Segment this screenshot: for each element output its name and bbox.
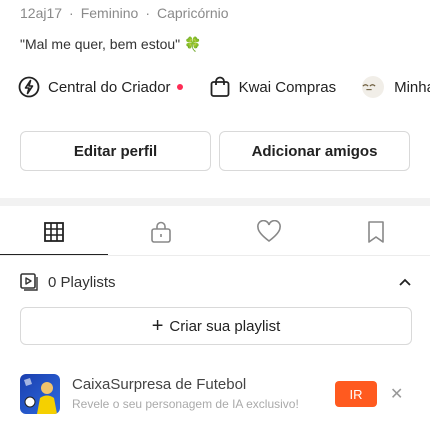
heart-icon xyxy=(256,220,281,243)
profile-gender: Feminino xyxy=(80,5,139,21)
grid-icon xyxy=(43,222,64,242)
kwai-shop-link[interactable]: Kwai Compras xyxy=(209,76,337,98)
ad-title: CaixaSurpresa de Futebol xyxy=(72,376,247,393)
tab-likes[interactable] xyxy=(215,208,323,256)
shortcuts-bar: Central do Criador Kwai Compras Minha xyxy=(18,72,430,102)
create-playlist-button[interactable]: + Criar sua playlist xyxy=(20,307,412,345)
tab-saved[interactable] xyxy=(323,208,430,256)
close-icon[interactable]: ✕ xyxy=(390,384,403,404)
my-label: Minha xyxy=(394,78,430,96)
profile-sign: Capricórnio xyxy=(156,5,229,21)
section-divider xyxy=(0,198,430,206)
notification-dot xyxy=(176,84,183,90)
create-playlist-label: Criar sua playlist xyxy=(169,317,281,335)
playlists-count: 0 Playlists xyxy=(48,273,116,291)
tab-private[interactable] xyxy=(108,208,216,256)
ad-thumbnail xyxy=(20,374,60,414)
emoji-face-icon xyxy=(362,76,385,98)
chevron-up-icon[interactable] xyxy=(398,277,412,287)
tabs-divider xyxy=(0,255,430,256)
profile-bio: "Mal me quer, bem estou" 🍀 xyxy=(20,36,202,52)
add-friends-button[interactable]: Adicionar amigos xyxy=(219,131,410,171)
edit-profile-button[interactable]: Editar perfil xyxy=(20,131,211,171)
playlists-header[interactable]: 0 Playlists xyxy=(20,270,412,294)
separator-dot: · xyxy=(145,5,150,21)
bookmark-icon xyxy=(368,221,385,243)
creator-center-label: Central do Criador xyxy=(48,78,171,96)
tab-grid[interactable] xyxy=(0,208,108,256)
profile-id: 12aj17 xyxy=(20,5,63,21)
profile-meta: 12aj17 · Feminino · Capricórnio xyxy=(20,5,229,21)
plus-icon: + xyxy=(151,315,164,337)
playlist-icon xyxy=(20,273,38,291)
lightning-icon xyxy=(18,76,40,98)
kwai-shop-label: Kwai Compras xyxy=(238,78,337,96)
ad-banner[interactable]: CaixaSurpresa de Futebol Revele o seu pe… xyxy=(20,372,412,416)
ad-cta-button[interactable]: IR xyxy=(335,381,377,407)
ad-subtitle: Revele o seu personagem de IA exclusivo! xyxy=(72,397,299,411)
creator-center-link[interactable]: Central do Criador xyxy=(18,76,183,98)
content-tabs xyxy=(0,208,430,256)
shopping-bag-icon xyxy=(210,76,229,97)
lock-icon xyxy=(151,221,172,243)
separator-dot: · xyxy=(69,5,74,21)
my-link[interactable]: Minha xyxy=(362,76,430,98)
